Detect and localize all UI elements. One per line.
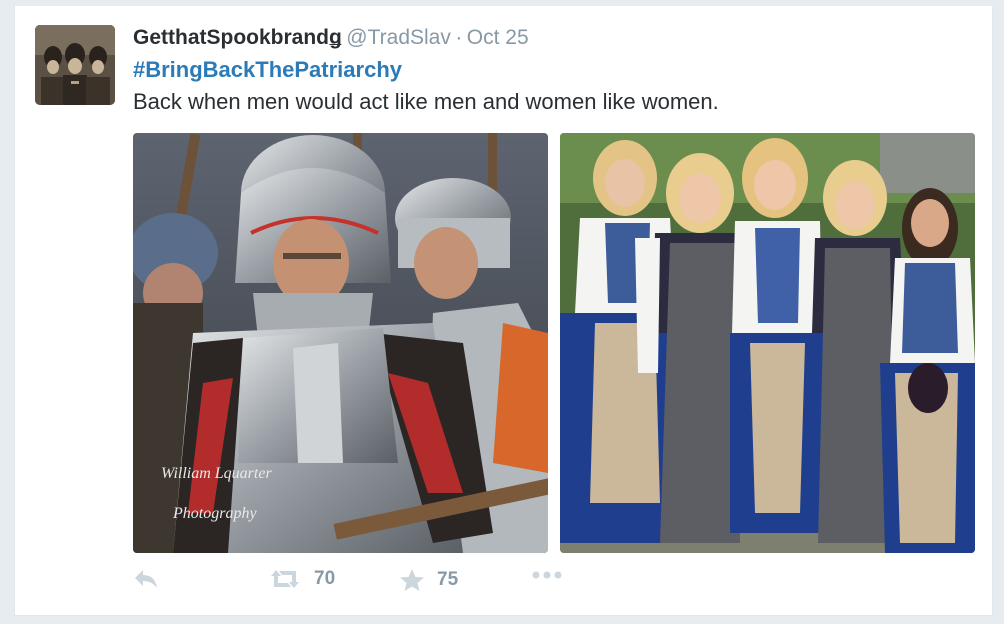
retweet-count: 70 [314,568,336,589]
tweet-card[interactable]: GetthatSpookbrandǥ @TradSlav · Oct 25 #B… [14,6,993,616]
hashtag-link[interactable]: #BringBackThePatriarchy [133,57,402,83]
watermark-line2: Photography [172,505,257,522]
tweet-header: GetthatSpookbrandǥ @TradSlav · Oct 25 [133,26,529,50]
more-button[interactable] [531,570,563,580]
reply-icon [135,570,157,588]
handle[interactable]: @TradSlav [346,26,451,49]
reply-button[interactable] [133,568,159,590]
favorite-count: 75 [437,569,459,590]
separator-dot: · [455,26,463,49]
retweet-button[interactable]: 70 [268,568,335,590]
favorite-button[interactable]: 75 [399,568,458,592]
retweet-icon [271,570,299,588]
more-dots-icon [532,571,562,579]
watermark-line1: William Lquarter [161,465,272,482]
star-icon [400,569,424,591]
display-name[interactable]: GetthatSpookbrandǥ [133,26,342,49]
tweet-date[interactable]: Oct 25 [467,26,529,49]
media-photo-left[interactable]: William Lquarter Photography [133,133,548,553]
photo-women-bunad [560,133,975,553]
photo-armored-men: William Lquarter Photography [133,133,548,553]
tweet-actions: 70 75 [133,568,633,598]
avatar[interactable] [35,25,115,105]
media-photo-right[interactable] [560,133,975,553]
avatar-image [35,25,115,105]
tweet-text: Back when men would act like men and wom… [133,89,719,114]
